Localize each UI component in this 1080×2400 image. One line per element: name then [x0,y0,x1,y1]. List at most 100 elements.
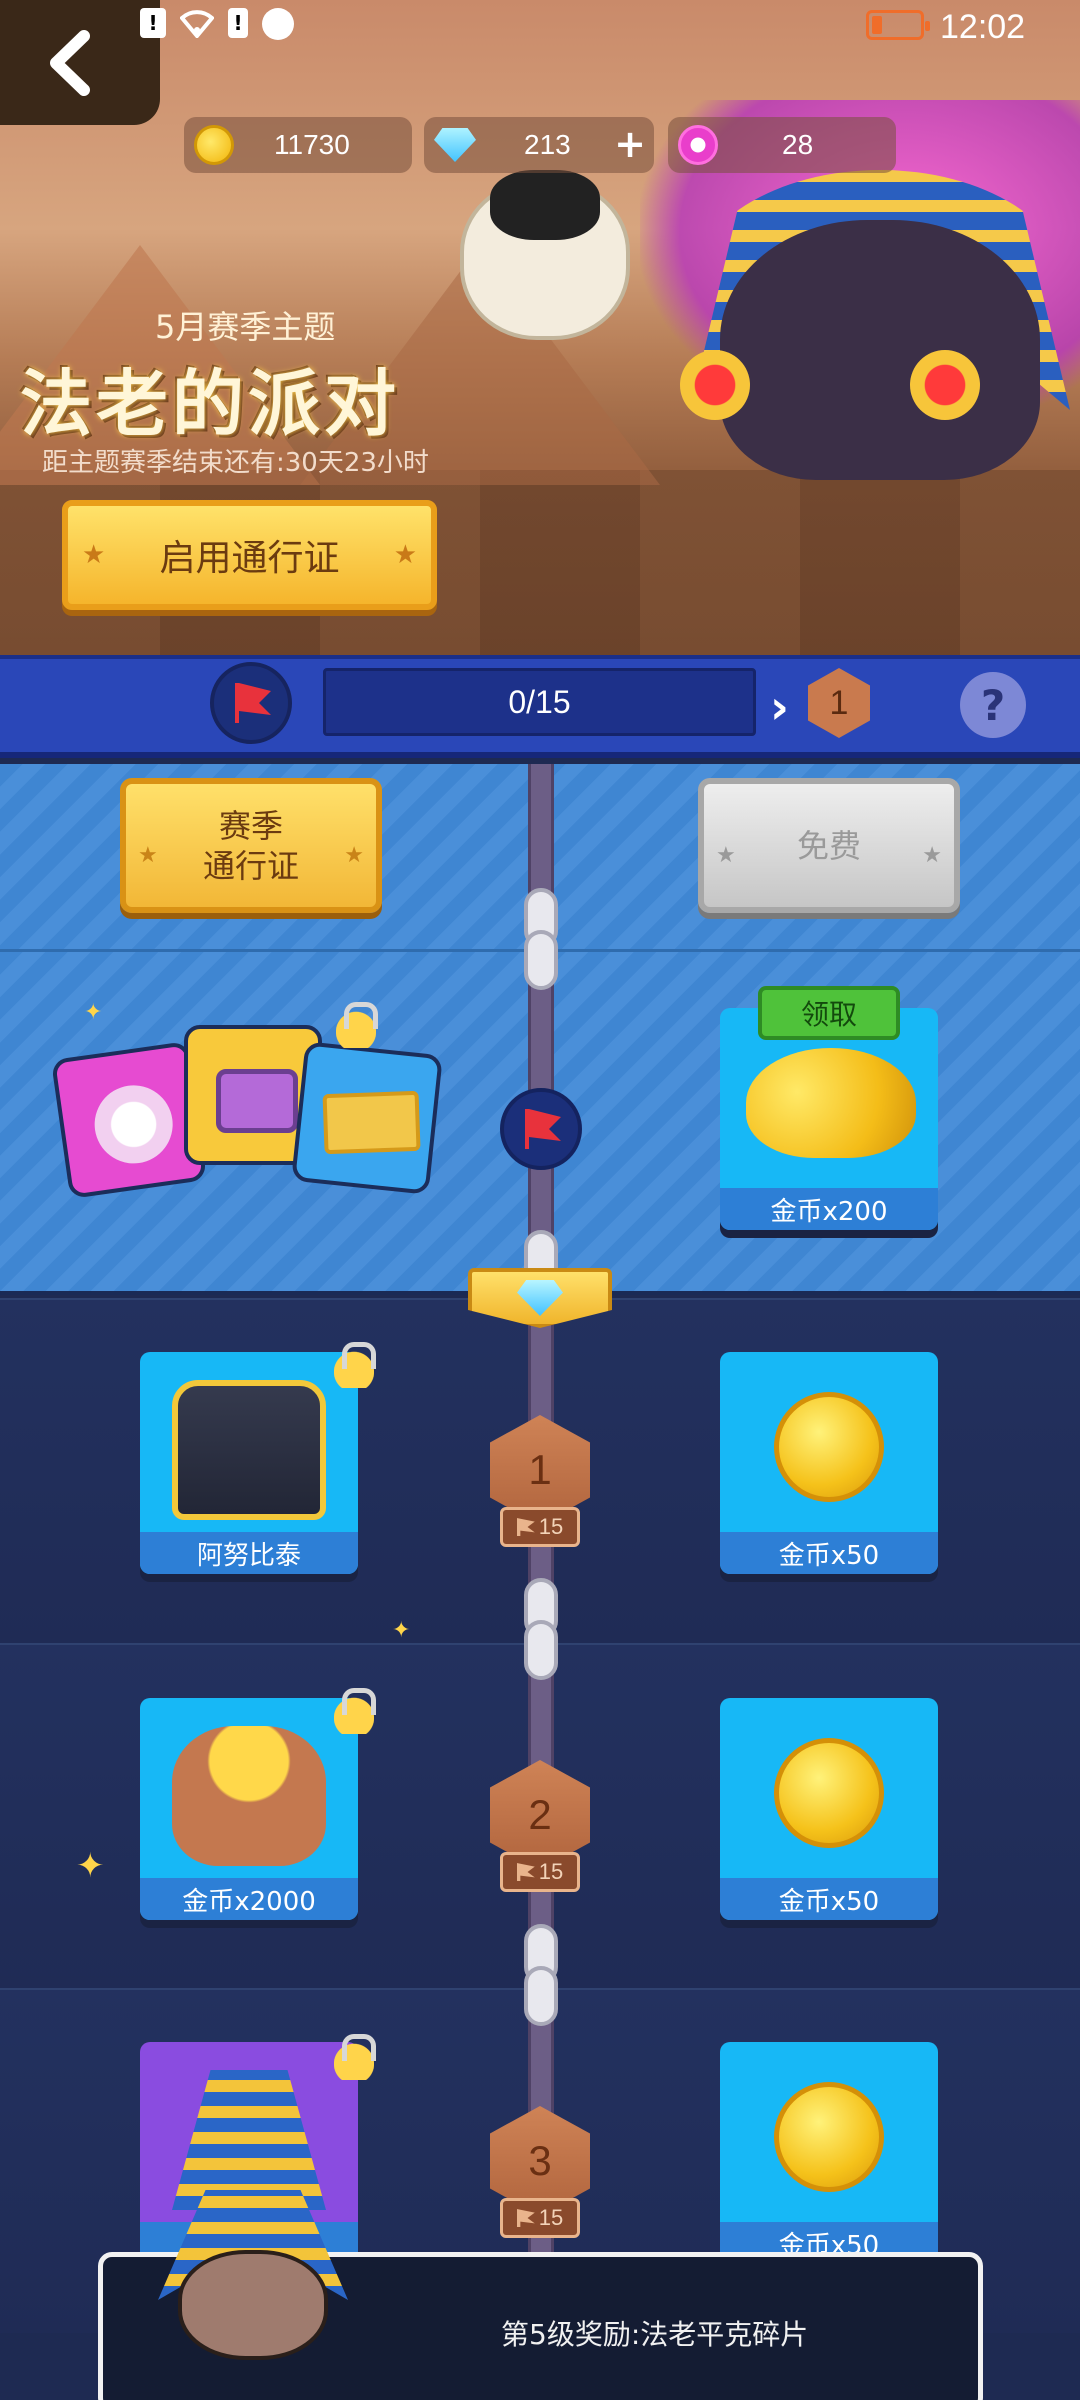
current-level-number: 1 [829,683,849,722]
star-icon: ★ [138,843,158,868]
progress-track: 0/15 [323,668,756,736]
free-reward-label: 金币x50 [720,1532,938,1574]
toast-message: 第5级奖励:法老平克碎片 [501,2318,809,2351]
coin-value: 11730 [274,129,350,160]
star-icon: ★ [716,843,736,868]
lock-icon [334,1342,376,1388]
chain-link [524,1966,558,2026]
gem-value: 213 [524,129,571,160]
lock-icon [334,2034,376,2080]
lotus-icon [89,1080,178,1169]
sparkle-icon: ✦ [84,1000,103,1025]
flag-icon [516,1518,535,1536]
free-track-ticket: ★ 免费 ★ [698,778,960,913]
wifi-icon [179,8,215,40]
sparkle-icon: ✦ [76,1846,105,1886]
pharaoh-costume-icon [172,2070,326,2210]
level-number: 3 [528,2137,552,2184]
pharaoh-pink-character-art [158,2190,348,2360]
premium-pass-ticket[interactable]: ★ 赛季 通行证 ★ [120,778,382,913]
chain-link [524,1620,558,1680]
free-reward-card-3[interactable]: 金币x50 [720,2042,938,2264]
lock-icon [336,1002,378,1048]
star-icon: ★ [82,540,106,570]
help-button[interactable]: ? [960,672,1026,738]
free-reward-card[interactable]: 金币x200 [720,1008,938,1230]
help-icon: ? [980,680,1006,730]
star-icon: ★ [922,843,942,868]
flag-badge [210,662,292,744]
level-number: 1 [528,1446,552,1493]
pharaoh-cat-character-art [680,170,1080,480]
gem-balance[interactable]: 213 + [424,117,654,173]
battery-saver-icon: ! [228,8,248,38]
gem-icon [434,128,476,162]
flag-icon [235,683,271,723]
alert-icon: ! [140,8,166,38]
flag-icon [516,2209,535,2227]
status-bar: ! ! 12:02 [0,0,1080,56]
premium-reward-card-2[interactable]: 金币x2000 [140,1698,358,1920]
claim-button[interactable]: 领取 [758,986,900,1040]
add-gems-icon[interactable]: + [614,123,646,165]
sparkle-icon: ✦ [392,1618,411,1643]
coin-icon [774,1392,884,1502]
pass-bundle-rewards[interactable] [50,1002,450,1210]
battery-icon [866,10,930,40]
level-requirement-value: 15 [538,1514,564,1539]
clock: 12:02 [940,8,1026,46]
flag-icon [525,1109,561,1149]
coin-icon [774,1738,884,1848]
free-reward-card-1[interactable]: 金币x50 [720,1352,938,1574]
chest-icon [216,1069,298,1133]
premium-label-line1: 赛季 [218,806,283,845]
chain-link [524,930,558,990]
mummy-mask [490,170,600,240]
star-icon: ★ [344,843,364,868]
mummy-character-art [420,150,660,350]
battery-level [872,16,882,34]
season-subtitle: 5月赛季主题 [155,308,336,346]
pharaoh-face [178,2250,328,2360]
ruby-ornament [910,350,980,420]
premium-label-line2: 通行证 [202,846,299,885]
season-banner: 5月赛季主题 法老的派对 距主题赛季结束还有:30天23小时 ★ 启用通行证 ★ [0,0,1080,655]
anubis-armor-icon [172,1380,326,1520]
gem-icon [517,1280,563,1316]
status-icons: ! ! [140,8,294,40]
flag-icon [516,1863,535,1881]
cat-head [720,220,1040,480]
coin-icon [194,125,234,165]
claim-label: 领取 [800,998,857,1031]
ticket-icon [322,1090,421,1155]
season-title: 法老的派对 [20,362,401,446]
chevron-right-icon: › [770,680,789,734]
coin-pile-icon [746,1048,916,1158]
lotus-value: 28 [782,129,814,160]
activate-pass-label: 启用通行证 [159,538,340,579]
ticket-card [291,1041,443,1195]
season-countdown: 距主题赛季结束还有:30天23小时 [42,448,429,478]
level-requirement-value: 15 [538,2205,564,2230]
free-reward-card-2[interactable]: 金币x50 [720,1698,938,1920]
flag-badge [500,1088,582,1170]
coin-balance[interactable]: 11730 [184,117,412,173]
lotus-balance[interactable]: 28 [668,117,896,173]
level-requirement: 15 [500,1507,580,1547]
coin-icon [774,2082,884,2192]
star-icon: ★ [393,540,417,570]
progress-value: 0/15 [508,683,571,720]
coin-sack-icon [172,1726,326,1866]
lock-icon [334,1688,376,1734]
premium-reward-card-1[interactable]: 阿努比泰 [140,1352,358,1574]
lotus-icon [678,125,718,165]
activate-pass-button[interactable]: ★ 启用通行证 ★ [62,500,437,610]
data-icon [262,8,294,40]
free-reward-label: 金币x200 [720,1188,938,1230]
level-requirement: 15 [500,1852,580,1892]
level-requirement: 15 [500,2198,580,2238]
ruby-ornament [680,350,750,420]
free-reward-label: 金币x50 [720,1878,938,1920]
level-requirement-value: 15 [538,1859,564,1884]
premium-reward-label: 阿努比泰 [140,1532,358,1574]
